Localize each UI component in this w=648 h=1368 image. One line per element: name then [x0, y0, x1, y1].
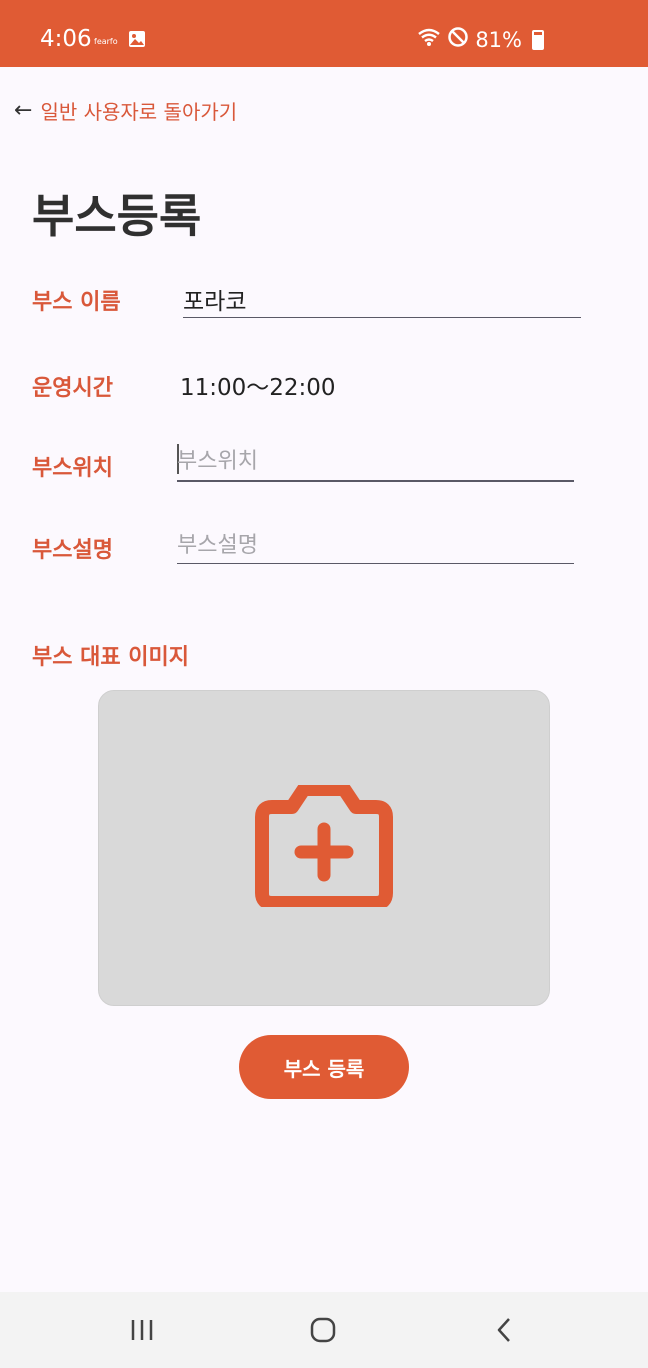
- notification-label: fearfo: [94, 36, 118, 46]
- location-label: 부스위치: [32, 456, 113, 481]
- arrow-left-icon: ←: [14, 98, 33, 123]
- back-to-user-link[interactable]: ← 일반 사용자로 돌아가기: [14, 96, 237, 125]
- status-notifications: fearfo: [94, 30, 146, 52]
- page-title: 부스등록: [32, 189, 202, 243]
- add-photo-icon: [254, 782, 394, 911]
- back-icon[interactable]: [485, 1310, 525, 1350]
- hours-value: 11:00～22:00: [180, 375, 336, 401]
- description-label: 부스설명: [32, 538, 113, 563]
- image-icon: [128, 30, 146, 52]
- image-upload-box[interactable]: [98, 690, 550, 1006]
- description-input[interactable]: [177, 528, 573, 562]
- battery-icon: [532, 29, 544, 50]
- image-section-label: 부스 대표 이미지: [32, 645, 189, 670]
- back-link-label: 일반 사용자로 돌아가기: [40, 100, 238, 124]
- battery-percent: 81%: [475, 27, 522, 52]
- location-input[interactable]: [177, 444, 573, 478]
- status-bar: 4:06 fearfo 81%: [0, 0, 648, 67]
- status-time: 4:06: [40, 26, 92, 52]
- register-booth-button[interactable]: 부스 등록: [239, 1035, 409, 1099]
- hours-label: 운영시간: [32, 376, 113, 401]
- description-underline: [177, 563, 574, 564]
- do-not-disturb-icon: [447, 26, 469, 53]
- home-icon[interactable]: [303, 1310, 343, 1350]
- booth-name-underline: [183, 317, 581, 318]
- location-underline: [177, 480, 574, 482]
- system-nav-bar: [0, 1292, 648, 1368]
- booth-name-field[interactable]: 포라코: [183, 282, 246, 316]
- recent-apps-icon[interactable]: [122, 1310, 162, 1350]
- status-system-icons: 81%: [417, 26, 544, 53]
- booth-name-label: 부스 이름: [32, 290, 121, 315]
- wifi-icon: [417, 27, 441, 52]
